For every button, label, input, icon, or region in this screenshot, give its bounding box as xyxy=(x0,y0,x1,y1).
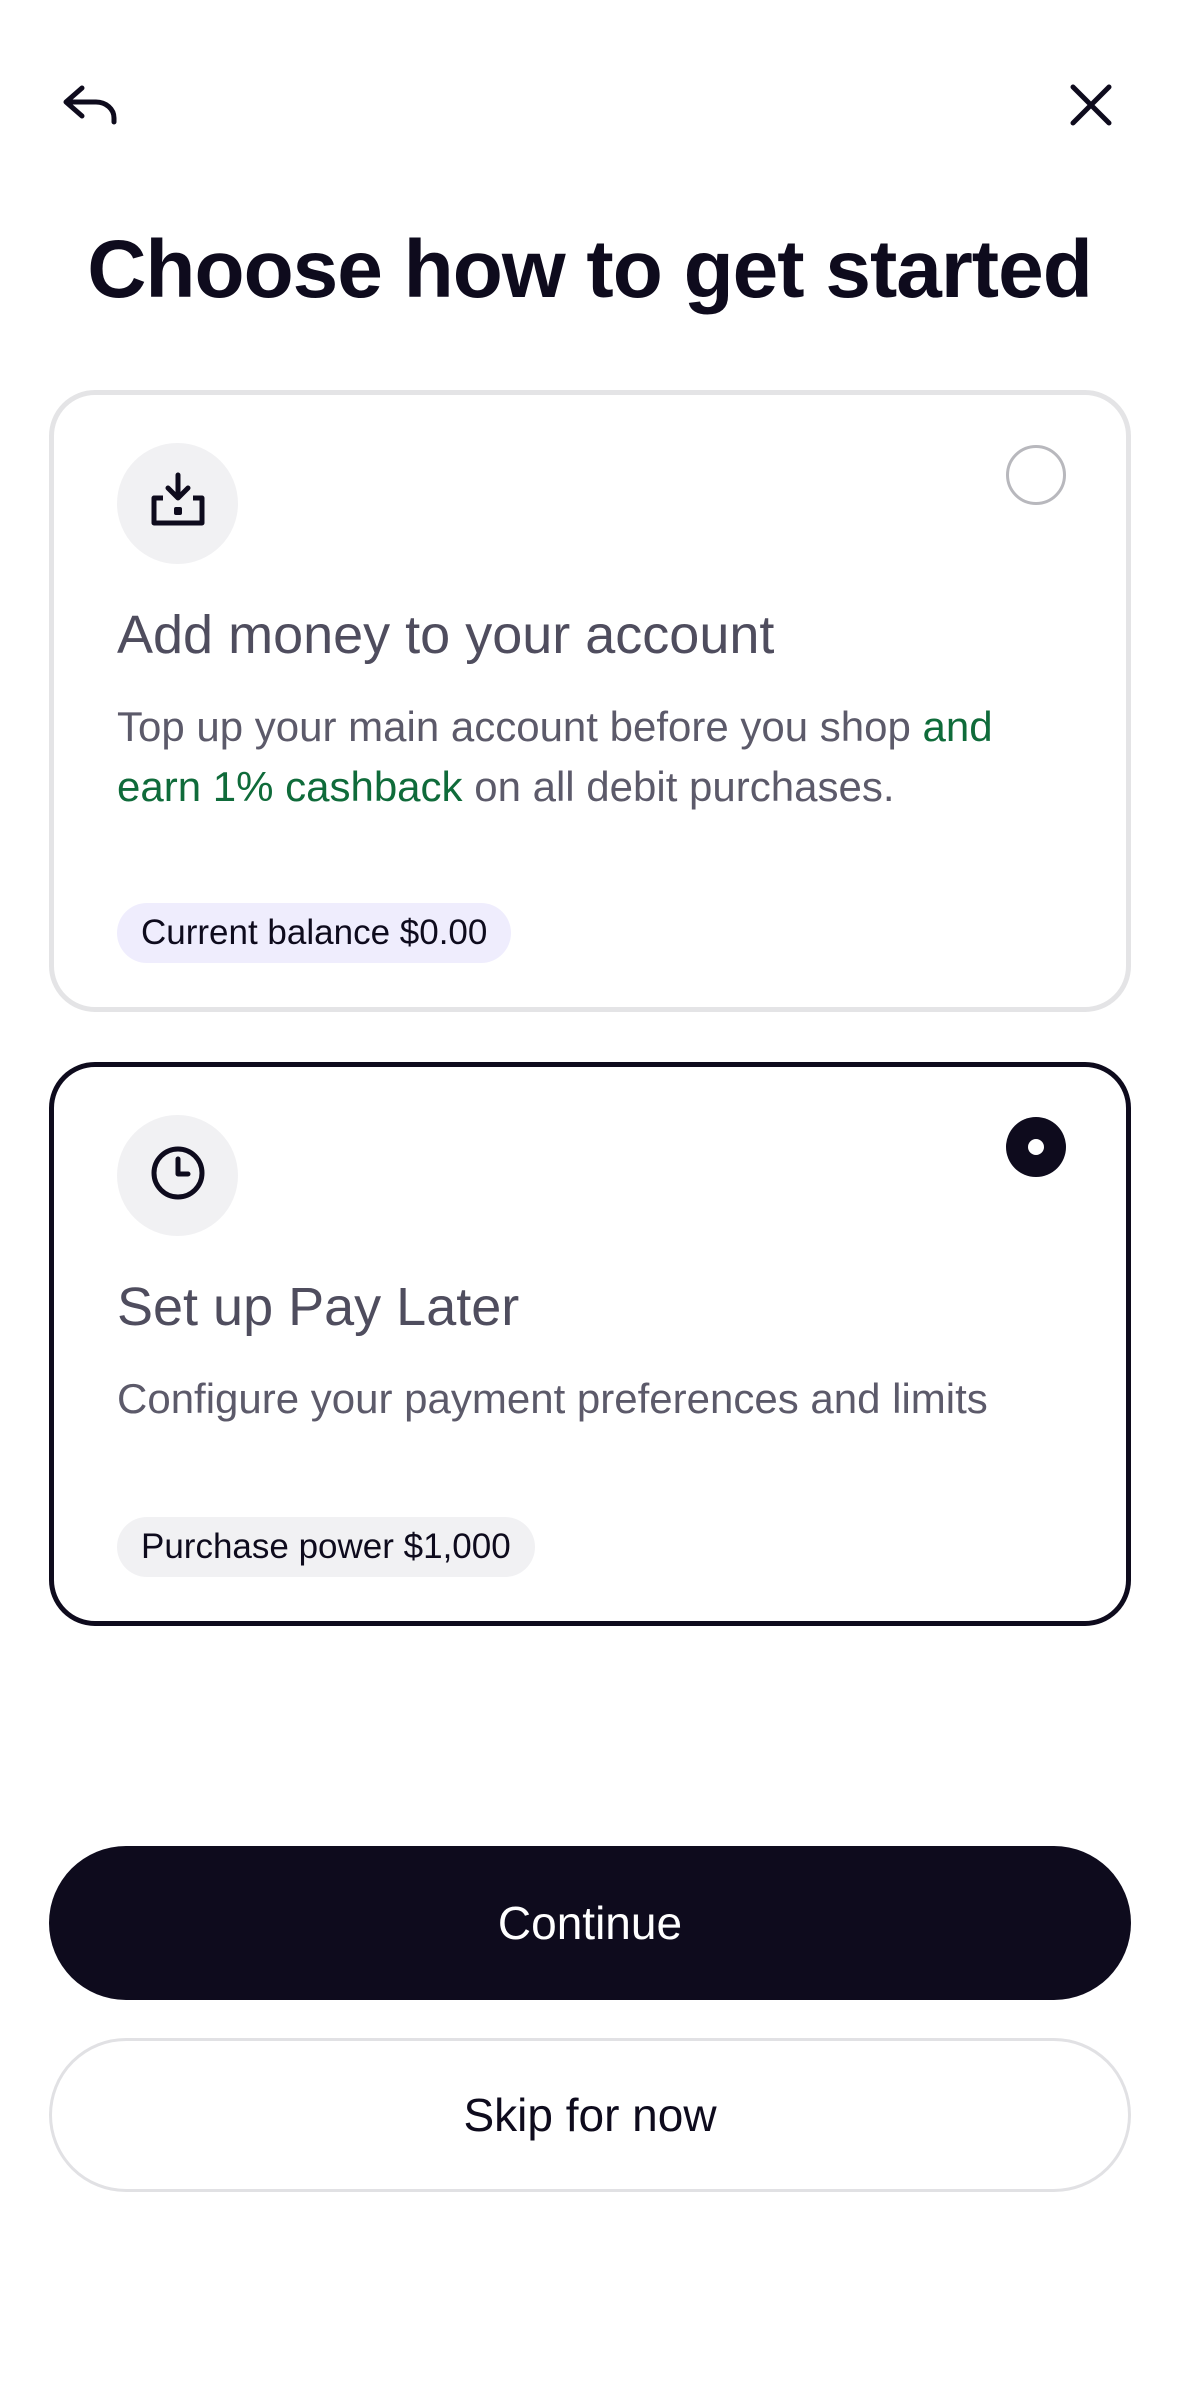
close-icon xyxy=(1067,81,1115,134)
back-arrow-icon xyxy=(60,80,120,135)
back-button[interactable] xyxy=(45,62,135,152)
page-title: Choose how to get started xyxy=(87,224,1093,315)
download-tray-icon xyxy=(148,471,208,536)
continue-button[interactable]: Continue xyxy=(49,1846,1131,2000)
option-radio-pay-later[interactable] xyxy=(1006,1117,1066,1177)
option-radio-add-money[interactable] xyxy=(1006,445,1066,505)
option-description: Top up your main account before you shop… xyxy=(117,703,993,810)
purchase-power-badge: Purchase power $1,000 xyxy=(117,1517,535,1577)
close-button[interactable] xyxy=(1046,62,1136,152)
option-card-add-money[interactable]: Add money to your account Top up your ma… xyxy=(49,390,1131,1012)
option-icon-circle xyxy=(117,443,238,564)
option-description: Configure your payment preferences and l… xyxy=(117,1375,988,1422)
option-title: Set up Pay Later xyxy=(117,1277,520,1337)
option-title: Add money to your account xyxy=(117,605,775,665)
option-card-pay-later[interactable]: Set up Pay Later Configure your payment … xyxy=(49,1062,1131,1626)
clock-icon xyxy=(148,1143,208,1208)
skip-button[interactable]: Skip for now xyxy=(49,2038,1131,2192)
current-balance-badge: Current balance $0.00 xyxy=(117,903,512,963)
option-icon-circle xyxy=(117,1115,238,1236)
